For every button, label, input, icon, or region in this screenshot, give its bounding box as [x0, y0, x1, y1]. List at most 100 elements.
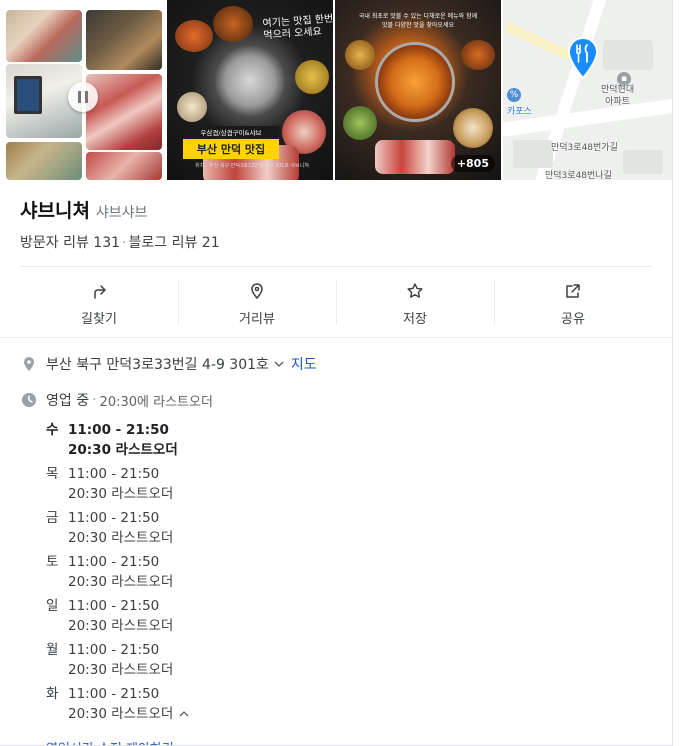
food-dish [175, 20, 213, 52]
day-label: 금 [46, 510, 59, 526]
last-order: 20:30 라스트오더 [68, 442, 178, 458]
photo-main-2[interactable]: 국내 최초로 맛볼 수 있는 다채로운 메뉴와 함께 맛볼 다양한 맛을 찾아오… [335, 0, 501, 180]
mini-map[interactable]: % 카포스 ▪ 만덕현대 아파트 만덕3로48번가길 만덕3로48번나길 [503, 0, 672, 180]
street-view-icon [251, 282, 263, 299]
chevron-down-icon[interactable] [273, 358, 285, 370]
suggest-hours-edit-link[interactable]: 영업시간 수정 제안하기 [46, 738, 174, 745]
visitor-review-link[interactable]: 방문자 리뷰 131 [20, 235, 120, 251]
day-label: 월 [46, 642, 59, 658]
share-button[interactable]: 공유 [494, 272, 652, 336]
map-block [603, 40, 653, 70]
photo-caption: 국내 최초로 맛볼 수 있는 다채로운 메뉴와 함께 맛볼 다양한 맛을 찾아오… [358, 13, 478, 29]
save-label: 저장 [403, 311, 427, 327]
food-dish [453, 108, 493, 148]
street-view-button[interactable]: 거리뷰 [178, 272, 336, 336]
divider [0, 337, 672, 338]
food-dish [213, 6, 253, 42]
open-hours: 11:00 - 21:50 [68, 422, 169, 438]
promo-subtitle: 우삼겹/삼겹구이&샤브 [183, 126, 279, 138]
photo-thumbnail[interactable] [86, 10, 162, 70]
map-road [504, 21, 572, 61]
hours-day-row: 화 11:00 - 21:50 20:30 라스트오더 [46, 684, 346, 724]
directions-icon [94, 284, 106, 299]
day-label: 화 [46, 686, 59, 702]
divider [20, 266, 652, 267]
hours-summary[interactable]: 영업 중 · 20:30에 라스트오더 [20, 390, 213, 410]
photo-strip: 여기는 맛집 한번 먹으러 오세요 우삼겹/삼겹구이&샤브 부산 만덕 맛집 위… [0, 0, 672, 180]
day-label: 목 [46, 466, 59, 482]
photo-grid [0, 0, 165, 180]
more-photos-badge[interactable]: +805 [450, 155, 495, 172]
photo-thumbnail[interactable] [86, 74, 162, 150]
restaurant-pin-icon[interactable] [566, 36, 600, 82]
directions-label: 길찾기 [81, 311, 117, 327]
last-order: 20:30 라스트오더 [68, 574, 174, 590]
save-button[interactable]: 저장 [336, 272, 494, 336]
open-status: 영업 중 [46, 393, 90, 409]
last-order: 20:30 라스트오더 [68, 618, 174, 634]
hours-day-row: 수 11:00 - 21:50 20:30 라스트오더 [46, 420, 346, 460]
hours-day-row: 일 11:00 - 21:50 20:30 라스트오더 [46, 596, 346, 636]
last-order: 20:30 라스트오더 [68, 706, 174, 722]
open-hours: 11:00 - 21:50 [68, 510, 160, 526]
separator-dot: · [92, 392, 97, 408]
promo-title: 부산 만덕 맛집 [183, 139, 279, 159]
last-order: 20:30 라스트오더 [68, 530, 174, 546]
separator-dot: · [122, 235, 127, 251]
day-label: 토 [46, 554, 59, 570]
last-order: 20:30 라스트오더 [68, 486, 174, 502]
map-link[interactable]: 지도 [291, 354, 317, 374]
grill-pot [215, 46, 285, 116]
place-card: 여기는 맛집 한번 먹으러 오세요 우삼겹/삼겹구이&샤브 부산 만덕 맛집 위… [0, 0, 673, 746]
weekly-hours: 수 11:00 - 21:50 20:30 라스트오더 목 11:00 - 21:… [46, 420, 346, 728]
video-play-icon[interactable] [68, 82, 98, 112]
map-block [623, 150, 663, 174]
food-dish [177, 92, 207, 122]
map-label-road: 만덕3로48번가길 [551, 143, 618, 153]
hours-day-row: 금 11:00 - 21:50 20:30 라스트오더 [46, 508, 346, 548]
directions-button[interactable]: 길찾기 [20, 272, 178, 336]
hours-day-row: 토 11:00 - 21:50 20:30 라스트오더 [46, 552, 346, 592]
day-label: 수 [46, 422, 59, 438]
star-icon [407, 282, 423, 298]
title-row: 샤브니쳐 샤브샤브 [20, 196, 147, 223]
street-view-label: 거리뷰 [239, 311, 275, 327]
map-block [513, 140, 553, 168]
tablet-image [14, 76, 42, 114]
hours-day-row: 월 11:00 - 21:50 20:30 라스트오더 [46, 640, 346, 680]
hours-day-row: 목 11:00 - 21:50 20:30 라스트오더 [46, 464, 346, 504]
food-dish [345, 40, 375, 70]
map-label-road: 만덕3로48번나길 [545, 171, 612, 180]
percent-poi-icon: % [507, 88, 521, 102]
photo-thumbnail[interactable] [86, 152, 162, 180]
handwritten-caption: 여기는 맛집 한번 먹으러 오세요 [262, 13, 333, 42]
open-hours: 11:00 - 21:50 [68, 686, 160, 702]
place-category: 샤브샤브 [95, 205, 148, 221]
photo-thumbnail[interactable] [6, 10, 82, 62]
open-hours: 11:00 - 21:50 [68, 554, 160, 570]
map-road [503, 96, 672, 138]
food-dish [461, 40, 495, 70]
clock-icon [22, 393, 36, 407]
blog-review-link[interactable]: 블로그 리뷰 21 [128, 235, 219, 251]
address-row: 부산 북구 만덕3로33번길 4-9 301호 지도 [20, 354, 317, 374]
chevron-up-icon[interactable] [179, 709, 189, 719]
open-hours: 11:00 - 21:50 [68, 598, 160, 614]
hotpot [375, 42, 455, 122]
location-pin-icon [24, 357, 34, 371]
open-hours: 11:00 - 21:50 [68, 642, 160, 658]
map-label-poi: 카포스 [507, 107, 532, 117]
share-label: 공유 [561, 311, 585, 327]
food-dish [343, 106, 377, 140]
map-label-apartment: 만덕현대 아파트 [601, 85, 635, 107]
action-bar: 길찾기 거리뷰 저장 공유 [20, 272, 652, 336]
photo-thumbnail[interactable] [6, 142, 82, 180]
promo-tag: 우삼겹/삼겹구이&샤브 부산 만덕 맛집 [183, 126, 279, 159]
share-icon [566, 283, 580, 298]
day-label: 일 [46, 598, 59, 614]
place-name: 샤브니쳐 [20, 200, 90, 222]
open-hours: 11:00 - 21:50 [68, 466, 160, 482]
last-order-note: 20:30에 라스트오더 [99, 394, 213, 410]
photo-main-1[interactable]: 여기는 맛집 한번 먹으러 오세요 우삼겹/삼겹구이&샤브 부산 만덕 맛집 위… [167, 0, 333, 180]
food-dish [295, 60, 329, 94]
